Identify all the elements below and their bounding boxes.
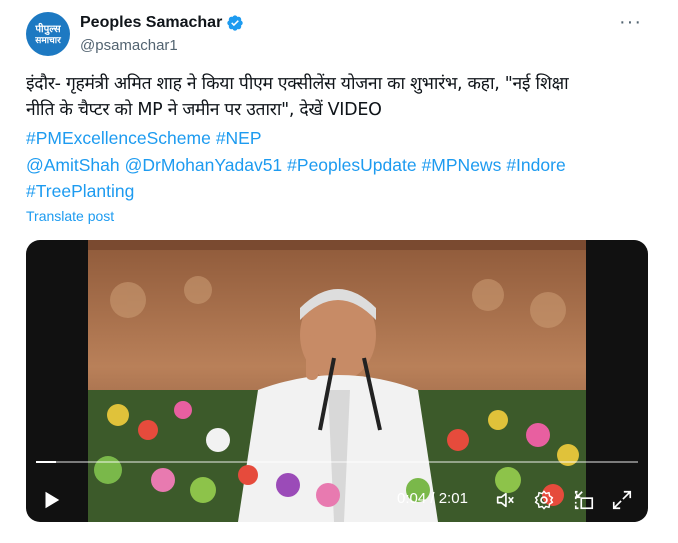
video-progress-bar[interactable] [36,461,638,463]
hashtag-block: #PMExcellenceScheme #NEP @AmitShah @DrMoha… [26,125,656,205]
verified-badge-icon[interactable] [226,14,244,32]
video-time-separator: / [426,490,439,507]
mention-link[interactable]: @DrMohanYadav51 [125,155,283,175]
avatar[interactable]: पीपुल्स समाचार [26,12,70,56]
hashtag-link[interactable]: #PeoplesUpdate [287,155,416,175]
play-icon[interactable] [40,489,62,511]
mention-link[interactable]: @AmitShah [26,155,120,175]
settings-icon[interactable] [533,489,555,511]
author-name-row: Peoples Samachar [80,14,244,32]
more-options-icon[interactable]: ··· [619,12,642,32]
video-progress-fill [36,461,56,463]
video-player[interactable]: 0:04 / 2:01 [26,240,648,522]
hashtag-link[interactable]: #PMExcellenceScheme [26,128,211,148]
post-text-line-2: नीति के चैप्टर को MP ने जमीन पर उतारा", … [26,100,382,120]
hashtag-row-1: #PMExcellenceScheme #NEP [26,125,656,152]
post-text: इंदौर- गृहमंत्री अमित शाह ने किया पीएम ए… [26,71,656,123]
post-text-line-1: इंदौर- गृहमंत्री अमित शाह ने किया पीएम ए… [26,74,569,94]
hashtag-link[interactable]: #Indore [506,155,565,175]
hashtag-row-3: #TreePlanting [26,178,656,205]
avatar-logo-text-2: समाचार [35,34,61,45]
avatar-logo-text-1: पीपुल्स [35,23,61,35]
hashtag-link[interactable]: #TreePlanting [26,181,134,201]
video-current-time: 0:04 [397,490,427,507]
hashtag-link[interactable]: #MPNews [422,155,502,175]
mention-row: @AmitShah @DrMohanYadav51 #PeoplesUpdate #M… [26,152,656,179]
translate-post-link[interactable]: Translate post [26,208,114,224]
video-duration: 2:01 [438,490,468,507]
video-controls: 0:04 / 2:01 [26,476,648,522]
mute-icon[interactable] [494,489,516,511]
hashtag-link[interactable]: #NEP [216,128,262,148]
picture-in-picture-icon[interactable] [573,489,595,511]
display-name[interactable]: Peoples Samachar [80,14,222,32]
author-handle[interactable]: @psamachar1 [80,37,178,54]
video-time: 0:04 / 2:01 [397,490,468,507]
fullscreen-icon[interactable] [611,489,633,511]
